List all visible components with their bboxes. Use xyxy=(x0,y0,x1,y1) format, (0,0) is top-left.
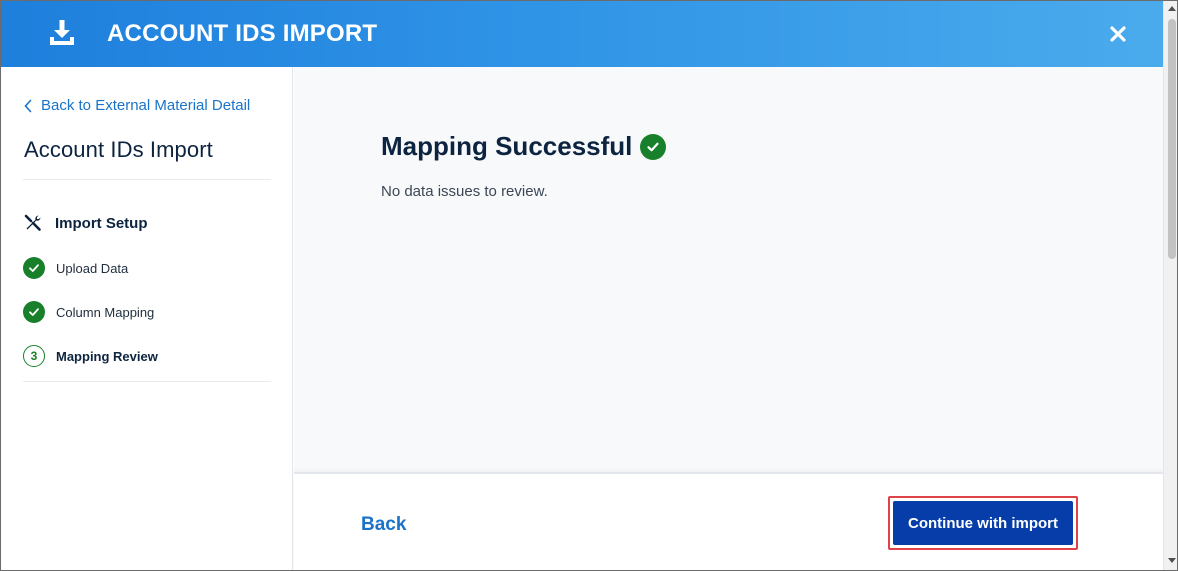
import-setup-heading: Import Setup xyxy=(23,213,148,233)
dialog-header: ACCOUNT IDS IMPORT xyxy=(1,1,1163,67)
scroll-down-arrow-icon[interactable] xyxy=(1168,558,1176,563)
import-sidebar: Back to External Material Detail Account… xyxy=(1,67,293,570)
scroll-up-arrow-icon[interactable] xyxy=(1168,6,1176,11)
mapping-status-message: No data issues to review. xyxy=(381,183,548,200)
back-button[interactable]: Back xyxy=(361,514,406,536)
import-dialog: ACCOUNT IDS IMPORT Back to External Mate… xyxy=(0,0,1178,571)
dialog-title: ACCOUNT IDS IMPORT xyxy=(107,20,378,47)
highlight-outline: Continue with import xyxy=(888,496,1078,550)
back-to-material-link[interactable]: Back to External Material Detail xyxy=(23,97,250,114)
scrollbar-thumb[interactable] xyxy=(1168,19,1176,259)
check-circle-icon xyxy=(23,301,45,323)
tools-icon xyxy=(24,214,41,231)
back-link-label: Back to External Material Detail xyxy=(41,97,251,114)
step-number-badge: 3 xyxy=(23,345,45,367)
success-check-icon xyxy=(640,133,667,160)
sidebar-divider xyxy=(23,381,271,382)
step-column-mapping[interactable]: Column Mapping xyxy=(23,301,154,323)
step-label: Upload Data xyxy=(56,260,129,276)
mapping-status-title: Mapping Successful xyxy=(381,131,633,161)
step-upload-data[interactable]: Upload Data xyxy=(23,257,128,279)
sidebar-title: Account IDs Import xyxy=(24,137,213,162)
dialog-footer: Back Continue with import xyxy=(294,472,1163,570)
sidebar-divider xyxy=(23,179,271,180)
continue-with-import-button[interactable]: Continue with import xyxy=(893,501,1073,545)
step-mapping-review[interactable]: 3 Mapping Review xyxy=(23,345,158,367)
download-tray-icon xyxy=(50,20,74,45)
mapping-status-heading: Mapping Successful xyxy=(381,131,667,162)
vertical-scrollbar[interactable] xyxy=(1163,1,1177,570)
close-icon[interactable] xyxy=(1105,21,1131,47)
step-label: Mapping Review xyxy=(56,348,158,364)
import-setup-label: Import Setup xyxy=(55,214,148,232)
chevron-left-icon xyxy=(24,99,32,112)
check-circle-icon xyxy=(23,257,45,279)
step-label: Column Mapping xyxy=(56,304,155,320)
main-content: Mapping Successful No data issues to rev… xyxy=(294,67,1163,472)
